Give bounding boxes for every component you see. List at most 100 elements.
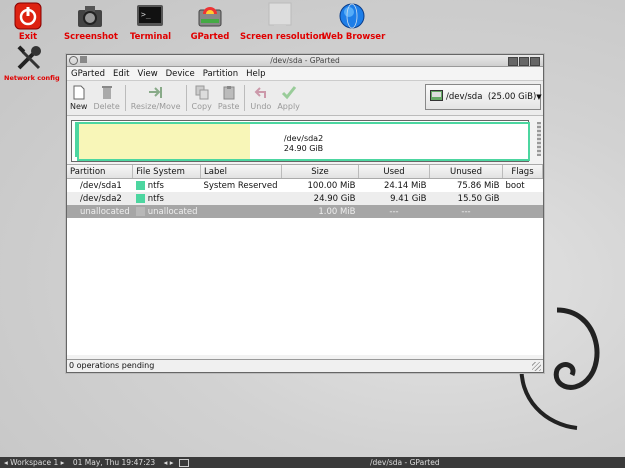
terminal-icon: >_ — [136, 2, 164, 30]
cell-file-system: ntfs — [132, 192, 201, 205]
copy-button[interactable]: Copy — [192, 81, 212, 111]
checkmark-icon — [281, 85, 297, 100]
cell-unused: 75.86 MiB — [456, 180, 500, 191]
tray-app-icon[interactable] — [178, 459, 189, 467]
power-icon — [14, 2, 42, 30]
cell-size: 24.90 GiB — [281, 192, 359, 205]
close-button[interactable] — [530, 57, 540, 66]
device-label: /dev/sda (25.00 GiB) — [446, 92, 537, 102]
fs-color-swatch — [135, 206, 145, 216]
fs-text: ntfs — [147, 180, 164, 191]
exit-desktop-icon[interactable]: Exit — [11, 2, 45, 42]
col-flags[interactable]: Flags — [502, 165, 543, 179]
cell-flags — [502, 205, 543, 218]
window-menu-icon[interactable] — [69, 56, 78, 65]
cell-flags: boot — [505, 180, 525, 191]
dropdown-arrow-icon: ▼ — [536, 93, 542, 101]
menu-device[interactable]: Device — [166, 69, 195, 79]
menu-partition[interactable]: Partition — [203, 69, 238, 79]
globe-icon — [338, 2, 366, 30]
window-titlebar[interactable]: /dev/sda - GParted — [67, 55, 543, 67]
partition-sda2-block[interactable]: /dev/sda2 24.90 GiB — [77, 122, 530, 161]
operations-pending-text: 0 operations pending — [69, 361, 155, 370]
maximize-button[interactable] — [519, 57, 529, 66]
copy-icon — [194, 85, 210, 100]
screen-resolution-desktop-icon[interactable]: Screen resolution — [240, 2, 325, 42]
undo-button[interactable]: Undo — [250, 81, 271, 111]
gparted-desktop-icon[interactable]: GParted — [190, 2, 230, 42]
device-selector[interactable]: /dev/sda (25.00 GiB) ▼ — [425, 84, 542, 110]
web-browser-label: Web Browser — [322, 32, 386, 42]
col-unused[interactable]: Unused — [429, 165, 503, 179]
toolbar-separator — [124, 85, 126, 111]
exit-label: Exit — [18, 32, 38, 42]
cell-unused: --- — [429, 205, 503, 218]
table-row[interactable]: /dev/sda1 ntfs System Reserved 100.00 Mi… — [67, 179, 543, 193]
disk-graph: /dev/sda2 24.90 GiB — [71, 120, 530, 162]
screenshot-desktop-icon[interactable]: Screenshot — [64, 2, 118, 42]
tray-arrows[interactable]: ◂ ▸ — [164, 458, 174, 467]
workspace-switcher[interactable]: ◂ Workspace 1 ▸ — [4, 458, 64, 467]
resize-arrow-icon — [148, 85, 164, 100]
harddisk-icon — [430, 90, 443, 104]
minimize-button[interactable] — [508, 57, 518, 66]
monitor-icon — [266, 2, 294, 30]
col-partition[interactable]: Partition — [67, 165, 134, 179]
partition-table: Partition File System Label Size Used Un… — [67, 165, 543, 355]
copy-label: Copy — [191, 102, 212, 111]
cell-used: 24.14 MiB — [383, 180, 427, 191]
terminal-desktop-icon[interactable]: >_ Terminal — [130, 2, 172, 42]
diskmap-partition-name: /dev/sda2 — [283, 134, 324, 143]
gparted-label: GParted — [190, 32, 230, 42]
terminal-label: Terminal — [130, 32, 172, 42]
resize-label: Resize/Move — [130, 102, 181, 111]
undo-label: Undo — [250, 102, 272, 111]
resize-grip-icon[interactable] — [532, 362, 541, 371]
cell-label: System Reserved — [203, 180, 278, 191]
cell-used: --- — [358, 205, 430, 218]
disk-map: /dev/sda2 24.90 GiB — [67, 116, 543, 165]
fs-color-swatch — [135, 180, 145, 190]
delete-button[interactable]: Delete — [93, 81, 120, 111]
toolbar-separator — [244, 85, 246, 111]
menu-help[interactable]: Help — [246, 69, 265, 79]
web-browser-desktop-icon[interactable]: Web Browser — [322, 2, 386, 42]
table-header: Partition File System Label Size Used Un… — [67, 165, 543, 179]
screenshot-label: Screenshot — [64, 32, 118, 42]
apply-button[interactable]: Apply — [277, 81, 300, 111]
gparted-icon — [196, 2, 224, 30]
menu-edit[interactable]: Edit — [113, 69, 129, 79]
app-icon — [80, 56, 87, 63]
apply-label: Apply — [277, 102, 300, 111]
cell-label — [200, 192, 282, 205]
status-bar: 0 operations pending — [67, 359, 543, 372]
diskmap-scroll-handle[interactable] — [537, 122, 541, 156]
paste-button[interactable]: Paste — [218, 81, 239, 111]
table-row-selected[interactable]: unallocated unallocated 1.00 MiB --- --- — [67, 205, 543, 218]
clock: 01 May, Thu 19:47:23 — [72, 458, 156, 467]
col-file-system[interactable]: File System — [132, 165, 201, 179]
toolbar: New Delete Resize/Move Copy Paste Undo A… — [67, 81, 543, 116]
col-label[interactable]: Label — [200, 165, 282, 179]
trash-icon — [99, 85, 115, 100]
col-used[interactable]: Used — [358, 165, 430, 179]
col-size[interactable]: Size — [281, 165, 359, 179]
menu-gparted[interactable]: GParted — [71, 69, 105, 79]
diskmap-partition-size: 24.90 GiB — [283, 144, 324, 153]
taskbar-window-button[interactable]: /dev/sda - GParted — [370, 457, 440, 468]
network-config-label: Network config — [4, 74, 60, 82]
new-button[interactable]: New — [70, 81, 87, 111]
taskbar: ◂ Workspace 1 ▸ 01 May, Thu 19:47:23 ◂ ▸… — [0, 457, 625, 468]
new-label: New — [70, 102, 88, 111]
new-document-icon — [71, 85, 87, 100]
cell-file-system: ntfs — [133, 179, 201, 193]
table-row[interactable]: /dev/sda2 ntfs 24.90 GiB 9.41 GiB 15.50 … — [67, 192, 543, 205]
menu-view[interactable]: View — [137, 69, 157, 79]
fs-text: unallocated — [147, 206, 198, 217]
cell-partition: /dev/sda1 — [80, 180, 122, 191]
screen-resolution-label: Screen resolution — [240, 32, 325, 42]
network-config-desktop-icon[interactable]: Network config — [4, 44, 60, 82]
toolbar-separator — [185, 85, 187, 111]
resize-move-button[interactable]: Resize/Move — [131, 81, 181, 111]
delete-label: Delete — [93, 102, 120, 111]
